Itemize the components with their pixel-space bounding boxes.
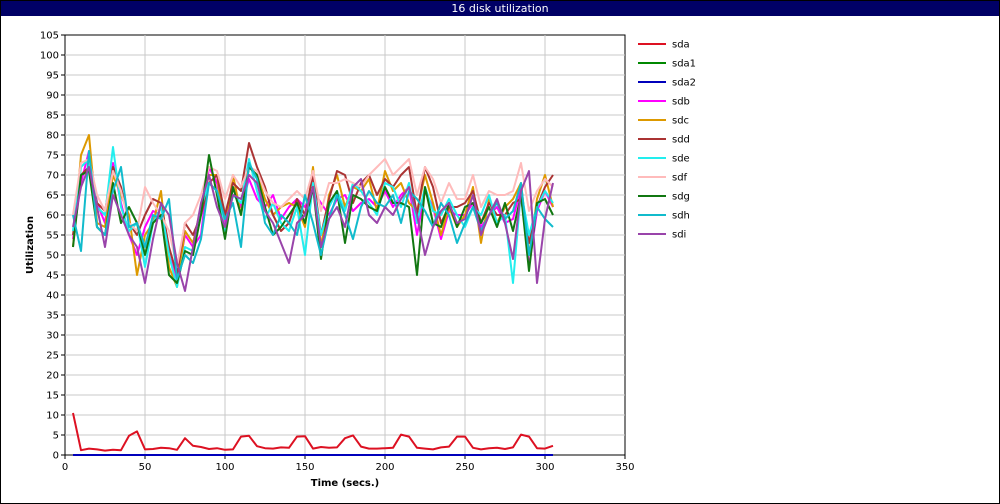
line-chart: 0 5 10 15 20 25 30 35 40 45 50 55 60 65 70 75 80 85 90 95 10… [25, 31, 696, 490]
legend-label-sdc: sdc [672, 116, 689, 127]
legend: sda sda1 sda2 sdb sdc sdd sde sdf sdg sdh sdi [638, 40, 696, 241]
y-tick-label: 45 [46, 271, 59, 282]
x-tick-label: 300 [535, 462, 554, 473]
y-tick-label: 100 [40, 51, 59, 62]
y-tick-label: 80 [46, 131, 59, 142]
legend-label-sdb: sdb [672, 97, 690, 108]
x-tick-label: 0 [62, 462, 68, 473]
y-tick-label: 35 [46, 311, 59, 322]
y-tick-label: 65 [46, 191, 59, 202]
y-tick-label: 85 [46, 111, 59, 122]
y-tick-label: 60 [46, 211, 59, 222]
legend-label-sde: sde [672, 154, 690, 165]
y-tick-label: 70 [46, 171, 59, 182]
legend-label-sda1: sda1 [672, 59, 696, 70]
x-axis-label: Time (secs.) [311, 478, 380, 489]
y-axis-ticks: 0 5 10 15 20 25 30 35 40 45 50 55 60 65 70 75 80 85 90 95 10… [40, 31, 65, 462]
y-tick-label: 25 [46, 351, 59, 362]
legend-label-sda: sda [672, 40, 690, 51]
x-tick-label: 350 [615, 462, 634, 473]
x-tick-label: 150 [295, 462, 314, 473]
x-tick-label: 250 [455, 462, 474, 473]
y-tick-label: 10 [46, 411, 59, 422]
legend-label-sdf: sdf [672, 173, 688, 184]
y-tick-label: 75 [46, 151, 59, 162]
y-tick-label: 20 [46, 371, 59, 382]
y-axis-label: Utilization [25, 216, 36, 274]
y-tick-label: 50 [46, 251, 59, 262]
y-tick-label: 15 [46, 391, 59, 402]
x-tick-label: 50 [139, 462, 152, 473]
y-tick-label: 55 [46, 231, 59, 242]
legend-label-sdd: sdd [672, 135, 690, 146]
x-tick-label: 100 [215, 462, 234, 473]
y-tick-label: 5 [53, 431, 59, 442]
legend-label-sdi: sdi [672, 230, 686, 241]
y-tick-label: 40 [46, 291, 59, 302]
legend-label-sdh: sdh [672, 211, 690, 222]
y-tick-label: 95 [46, 71, 59, 82]
legend-label-sdg: sdg [672, 192, 690, 203]
y-tick-label: 30 [46, 331, 59, 342]
legend-label-sda2: sda2 [672, 78, 696, 89]
x-tick-label: 200 [375, 462, 394, 473]
y-tick-label: 90 [46, 91, 59, 102]
x-axis-ticks: 0 50 100 150 200 250 300 350 [62, 455, 635, 473]
y-tick-label: 105 [40, 31, 59, 42]
y-tick-label: 0 [53, 451, 59, 462]
